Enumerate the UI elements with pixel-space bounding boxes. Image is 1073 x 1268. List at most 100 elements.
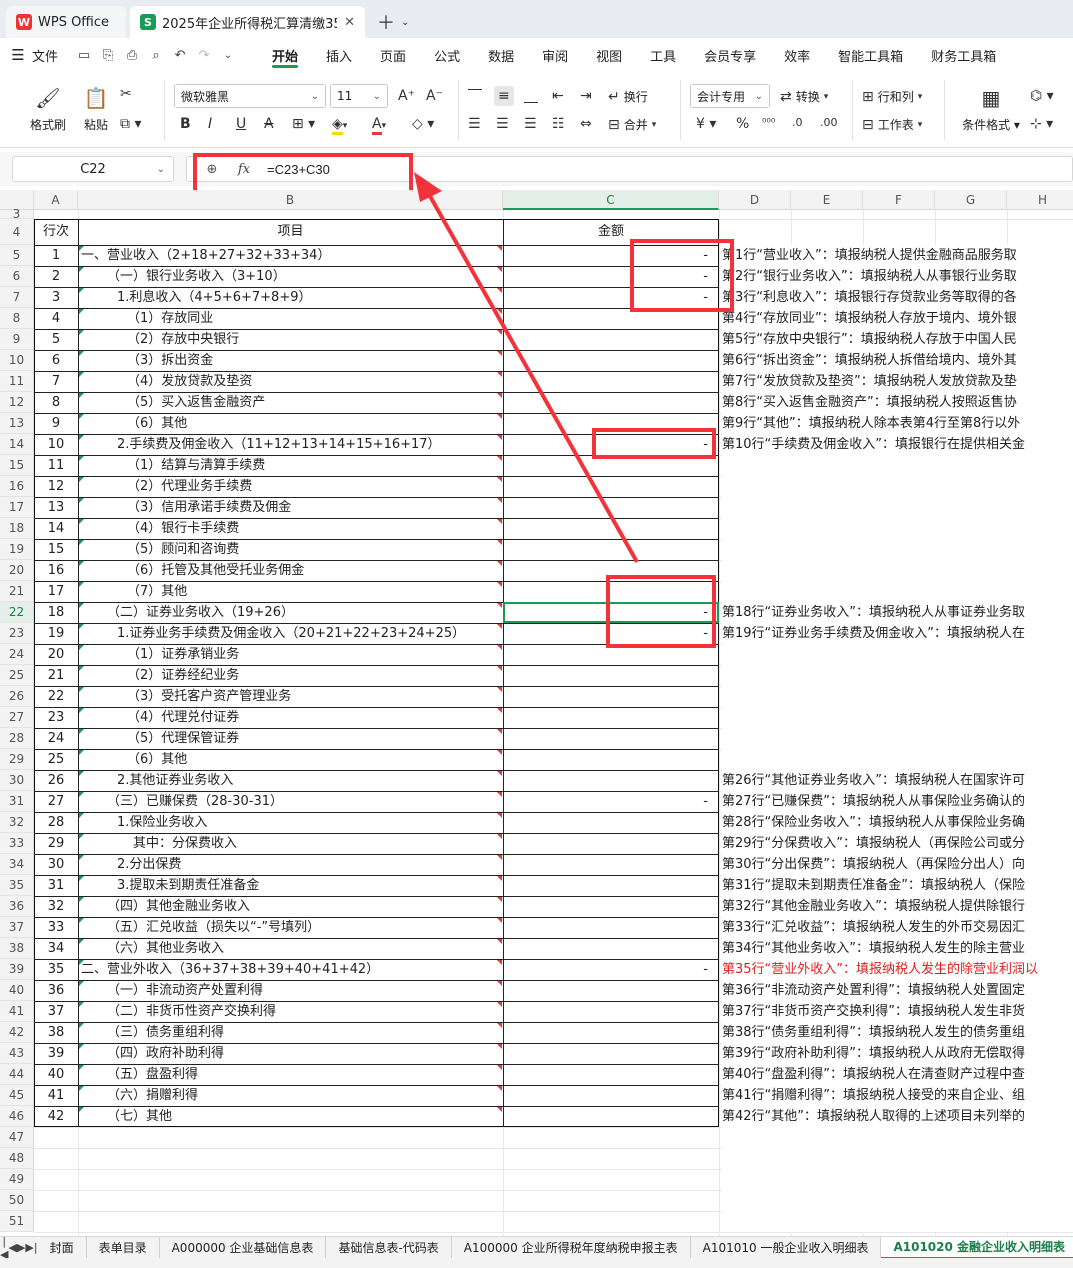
row-header[interactable]: 17: [0, 497, 34, 518]
tab-home[interactable]: 开始: [258, 38, 312, 72]
column-header-b[interactable]: B: [78, 190, 503, 210]
sheet-tab-active[interactable]: A101020 金融企业收入明细表: [881, 1236, 1073, 1259]
cell-d[interactable]: [722, 1169, 1073, 1190]
comment-indicator-icon[interactable]: [497, 582, 502, 587]
error-indicator-icon[interactable]: [79, 309, 84, 314]
row-header[interactable]: 8: [0, 308, 34, 329]
cell-a[interactable]: [37, 1127, 75, 1148]
last-sheet-icon[interactable]: ▶|: [25, 1241, 37, 1254]
cell-d[interactable]: 第7行“发放贷款及垫资”：填报纳税人发放贷款及垫: [722, 371, 1073, 392]
thousands-icon[interactable]: ⁰⁰⁰: [762, 116, 775, 129]
tab-finance-toolbox[interactable]: 财务工具箱: [917, 38, 1010, 72]
error-indicator-icon[interactable]: [79, 540, 84, 545]
comment-indicator-icon[interactable]: [497, 309, 502, 314]
cut-icon[interactable]: ✂: [120, 86, 132, 102]
tab-page[interactable]: 页面: [366, 38, 420, 72]
row-header[interactable]: 42: [0, 1022, 34, 1043]
chevron-down-icon[interactable]: ⌄: [401, 17, 409, 28]
row-header[interactable]: 49: [0, 1169, 34, 1190]
cell-d[interactable]: [722, 581, 1073, 602]
cell-d[interactable]: 第30行“分出保费”：填报纳税人（再保险分出人）向: [722, 854, 1073, 875]
cell-d[interactable]: 第28行“保险业务收入”：填报纳税人从事保险业务确: [722, 812, 1073, 833]
cell-d[interactable]: 第29行“分保费收入”：填报纳税人（再保险公司或分: [722, 833, 1073, 854]
tab-insert[interactable]: 插入: [312, 38, 366, 72]
strikethrough-icon[interactable]: A: [264, 116, 274, 132]
export-icon[interactable]: ⎘: [96, 48, 120, 63]
row-header[interactable]: 5: [0, 245, 34, 266]
align-middle-icon[interactable]: ≡: [494, 86, 514, 106]
error-indicator-icon[interactable]: [79, 351, 84, 356]
row-header[interactable]: 18: [0, 518, 34, 539]
error-indicator-icon[interactable]: [79, 288, 84, 293]
comment-indicator-icon[interactable]: [497, 351, 502, 356]
row-header[interactable]: 31: [0, 791, 34, 812]
comment-indicator-icon[interactable]: [497, 540, 502, 545]
row-header[interactable]: 34: [0, 854, 34, 875]
comment-indicator-icon[interactable]: [497, 1107, 502, 1112]
error-indicator-icon[interactable]: [79, 477, 84, 482]
cell-b[interactable]: [81, 1190, 502, 1211]
sheet-tab[interactable]: A101010 一般企业收入明细表: [691, 1236, 882, 1259]
error-indicator-icon[interactable]: [79, 1023, 84, 1028]
comment-indicator-icon[interactable]: [497, 792, 502, 797]
freeze-icon[interactable]: ⊹ ▾: [1030, 116, 1053, 132]
sheet-tab[interactable]: A100000 企业所得税年度纳税申报主表: [452, 1236, 691, 1259]
chevron-down-icon[interactable]: ⌄: [216, 50, 240, 61]
cell-d[interactable]: [722, 497, 1073, 518]
close-tab-icon[interactable]: ✕: [344, 15, 355, 30]
comment-indicator-icon[interactable]: [497, 624, 502, 629]
comment-indicator-icon[interactable]: [497, 876, 502, 881]
comment-indicator-icon[interactable]: [497, 729, 502, 734]
cell-d[interactable]: [722, 560, 1073, 581]
tab-data[interactable]: 数据: [474, 38, 528, 72]
row-header[interactable]: 9: [0, 329, 34, 350]
undo-icon[interactable]: ↶: [168, 48, 192, 63]
tab-tools[interactable]: 工具: [636, 38, 690, 72]
cell-d[interactable]: [722, 1211, 1073, 1232]
comment-indicator-icon[interactable]: [497, 561, 502, 566]
cell-d[interactable]: 第2行“银行业务收入”：填报纳税人从事银行业务取: [722, 266, 1073, 287]
cell-d[interactable]: 第39行“政府补助利得”：填报纳税人从政府无偿取得: [722, 1043, 1073, 1064]
comment-indicator-icon[interactable]: [497, 897, 502, 902]
cell-b[interactable]: [81, 1211, 502, 1232]
comment-indicator-icon[interactable]: [497, 687, 502, 692]
row-header[interactable]: 51: [0, 1211, 34, 1232]
comment-indicator-icon[interactable]: [497, 708, 502, 713]
cell-c[interactable]: [506, 1148, 708, 1169]
error-indicator-icon[interactable]: [79, 939, 84, 944]
cell-d[interactable]: [722, 665, 1073, 686]
error-indicator-icon[interactable]: [79, 456, 84, 461]
font-color-icon[interactable]: A ▾: [372, 116, 386, 135]
cell-d[interactable]: 第34行“其他业务收入”：填报纳税人发生的除主营业: [722, 938, 1073, 959]
error-indicator-icon[interactable]: [79, 687, 84, 692]
row-header[interactable]: 3: [0, 208, 34, 220]
comment-indicator-icon[interactable]: [497, 456, 502, 461]
comment-indicator-icon[interactable]: [497, 498, 502, 503]
cell-d[interactable]: [722, 686, 1073, 707]
copy-icon[interactable]: ⧉ ▾: [120, 116, 141, 132]
wps-home-tab[interactable]: W WPS Office: [6, 6, 126, 38]
comment-indicator-icon[interactable]: [497, 246, 502, 251]
cell-d[interactable]: [722, 518, 1073, 539]
bold-icon[interactable]: B: [180, 116, 191, 132]
cell-d[interactable]: [722, 476, 1073, 497]
row-header[interactable]: 44: [0, 1064, 34, 1085]
comment-indicator-icon[interactable]: [497, 393, 502, 398]
comment-indicator-icon[interactable]: [497, 960, 502, 965]
comment-indicator-icon[interactable]: [497, 981, 502, 986]
cell-d[interactable]: 第3行“利息收入”：填报银行存贷款业务等取得的各: [722, 287, 1073, 308]
tab-efficiency[interactable]: 效率: [770, 38, 824, 72]
percent-icon[interactable]: %: [736, 116, 749, 132]
row-header[interactable]: 23: [0, 623, 34, 644]
row-header[interactable]: 24: [0, 644, 34, 665]
error-indicator-icon[interactable]: [79, 1044, 84, 1049]
comment-indicator-icon[interactable]: [497, 1002, 502, 1007]
error-indicator-icon[interactable]: [79, 1086, 84, 1091]
row-header[interactable]: 16: [0, 476, 34, 497]
comment-indicator-icon[interactable]: [497, 855, 502, 860]
error-indicator-icon[interactable]: [79, 918, 84, 923]
error-indicator-icon[interactable]: [79, 813, 84, 818]
cell-b[interactable]: [81, 1148, 502, 1169]
indent-decrease-icon[interactable]: ⇤: [552, 88, 564, 104]
comment-indicator-icon[interactable]: [497, 267, 502, 272]
